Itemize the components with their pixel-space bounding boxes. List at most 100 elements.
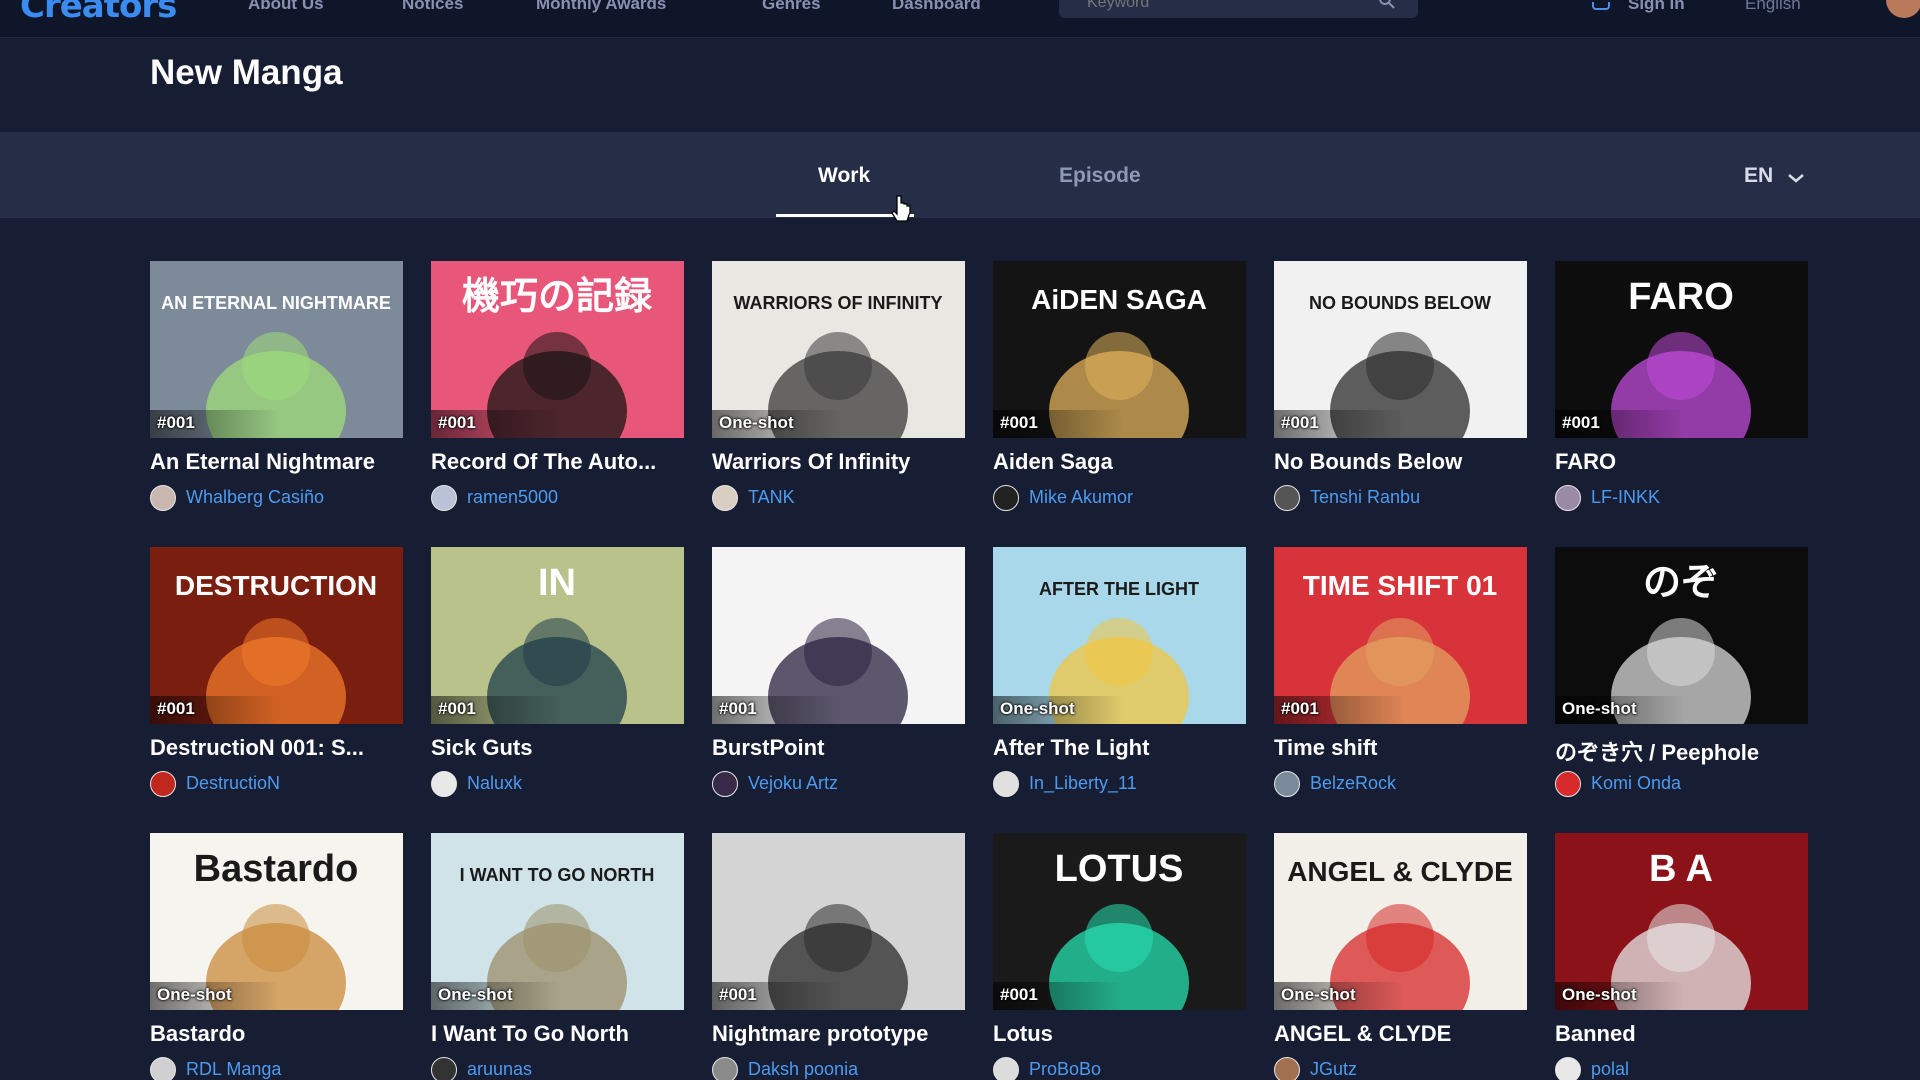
manga-cover-image[interactable]: FARO #001	[1555, 261, 1808, 438]
author-link[interactable]: JGutz	[1274, 1057, 1530, 1080]
manga-cover-image[interactable]: DESTRUCTION #001	[150, 547, 403, 724]
author-avatar[interactable]	[150, 1057, 176, 1080]
author-name[interactable]: LF-INKK	[1591, 487, 1660, 508]
manga-card[interactable]: LOTUS #001 Lotus ProBoBo	[993, 833, 1246, 1080]
author-link[interactable]: Mike Akumor	[993, 485, 1249, 511]
nav-genres[interactable]: Genres	[762, 0, 821, 14]
manga-card[interactable]: #001 BurstPoint Vejoku Artz	[712, 547, 965, 817]
manga-card[interactable]: I WANT TO GO NORTH One-shot I Want To Go N…	[431, 833, 684, 1080]
author-name[interactable]: Daksh poonia	[748, 1059, 858, 1080]
manga-card[interactable]: のぞ One-shot のぞき穴 / Peephole Komi Onda	[1555, 547, 1808, 817]
author-name[interactable]: BelzeRock	[1310, 773, 1396, 794]
author-avatar[interactable]	[150, 485, 176, 511]
manga-title[interactable]: Aiden Saga	[993, 449, 1249, 475]
author-name[interactable]: polal	[1591, 1059, 1629, 1080]
manga-card[interactable]: #001 Nightmare prototype Daksh poonia	[712, 833, 965, 1080]
manga-cover-image[interactable]: LOTUS #001	[993, 833, 1246, 1010]
manga-card[interactable]: WARRIORS OF INFINITY One-shot Warriors Of …	[712, 261, 965, 531]
author-name[interactable]: DestructioN	[186, 773, 280, 794]
author-link[interactable]: In_Liberty_11	[993, 771, 1249, 797]
manga-cover-image[interactable]: WARRIORS OF INFINITY One-shot	[712, 261, 965, 438]
author-name[interactable]: TANK	[748, 487, 795, 508]
chevron-down-icon[interactable]	[1786, 172, 1806, 184]
author-name[interactable]: Mike Akumor	[1029, 487, 1133, 508]
author-name[interactable]: Whalberg Casiño	[186, 487, 324, 508]
author-avatar[interactable]	[712, 771, 738, 797]
author-avatar[interactable]	[431, 485, 457, 511]
manga-cover-image[interactable]: #001	[712, 833, 965, 1010]
manga-title[interactable]: Lotus	[993, 1021, 1249, 1047]
author-avatar[interactable]	[993, 485, 1019, 511]
author-link[interactable]: ProBoBo	[993, 1057, 1249, 1080]
author-name[interactable]: Naluxk	[467, 773, 522, 794]
author-avatar[interactable]	[712, 485, 738, 511]
manga-cover-image[interactable]: I WANT TO GO NORTH One-shot	[431, 833, 684, 1010]
manga-cover-image[interactable]: Bastardo One-shot	[150, 833, 403, 1010]
author-avatar[interactable]	[1274, 771, 1300, 797]
author-link[interactable]: Vejoku Artz	[712, 771, 968, 797]
author-link[interactable]: polal	[1555, 1057, 1811, 1080]
manga-cover-image[interactable]: ANGEL & CLYDE One-shot	[1274, 833, 1527, 1010]
manga-title[interactable]: ANGEL & CLYDE	[1274, 1021, 1530, 1047]
manga-title[interactable]: Sick Guts	[431, 735, 687, 761]
manga-card[interactable]: AN ETERNAL NIGHTMARE #001 An Eternal Night…	[150, 261, 403, 531]
author-link[interactable]: Tenshi Ranbu	[1274, 485, 1530, 511]
manga-cover-image[interactable]: #001	[712, 547, 965, 724]
manga-card[interactable]: TIME SHIFT 01 #001 Time shift BelzeRock	[1274, 547, 1527, 817]
manga-title[interactable]: Time shift	[1274, 735, 1530, 761]
author-link[interactable]: Whalberg Casiño	[150, 485, 406, 511]
manga-cover-image[interactable]: IN #001	[431, 547, 684, 724]
avatar[interactable]	[1886, 0, 1920, 18]
author-name[interactable]: Vejoku Artz	[748, 773, 838, 794]
signin-link[interactable]: Sign in	[1628, 0, 1685, 14]
manga-title[interactable]: Nightmare prototype	[712, 1021, 968, 1047]
manga-title[interactable]: Record Of The Auto...	[431, 449, 687, 475]
author-link[interactable]: Komi Onda	[1555, 771, 1811, 797]
manga-card[interactable]: ANGEL & CLYDE One-shot ANGEL & CLYDE JGutz	[1274, 833, 1527, 1080]
author-link[interactable]: aruunas	[431, 1057, 687, 1080]
manga-title[interactable]: Warriors Of Infinity	[712, 449, 968, 475]
author-avatar[interactable]	[1555, 1057, 1581, 1080]
author-link[interactable]: TANK	[712, 485, 968, 511]
manga-title[interactable]: Banned	[1555, 1021, 1811, 1047]
author-link[interactable]: DestructioN	[150, 771, 406, 797]
author-name[interactable]: Komi Onda	[1591, 773, 1681, 794]
manga-title[interactable]: I Want To Go North	[431, 1021, 687, 1047]
manga-card[interactable]: IN #001 Sick Guts Naluxk	[431, 547, 684, 817]
manga-cover-image[interactable]: のぞ One-shot	[1555, 547, 1808, 724]
author-avatar[interactable]	[150, 771, 176, 797]
manga-card[interactable]: DESTRUCTION #001 DestructioN 001: S... Dest…	[150, 547, 403, 817]
manga-card[interactable]: B A One-shot Banned polal	[1555, 833, 1808, 1080]
manga-title[interactable]: FARO	[1555, 449, 1811, 475]
manga-cover-image[interactable]: NO BOUNDS BELOW #001	[1274, 261, 1527, 438]
author-link[interactable]: Daksh poonia	[712, 1057, 968, 1080]
author-avatar[interactable]	[993, 1057, 1019, 1080]
author-avatar[interactable]	[1274, 485, 1300, 511]
author-link[interactable]: LF-INKK	[1555, 485, 1811, 511]
nav-dashboard[interactable]: Dashboard	[892, 0, 981, 14]
author-name[interactable]: Tenshi Ranbu	[1310, 487, 1420, 508]
author-name[interactable]: JGutz	[1310, 1059, 1357, 1080]
manga-card[interactable]: AiDEN SAGA #001 Aiden Saga Mike Akumor	[993, 261, 1246, 531]
manga-cover-image[interactable]: TIME SHIFT 01 #001	[1274, 547, 1527, 724]
manga-title[interactable]: Bastardo	[150, 1021, 406, 1047]
manga-cover-image[interactable]: AN ETERNAL NIGHTMARE #001	[150, 261, 403, 438]
manga-card[interactable]: NO BOUNDS BELOW #001 No Bounds Below Tenshi…	[1274, 261, 1527, 531]
manga-title[interactable]: An Eternal Nightmare	[150, 449, 406, 475]
author-name[interactable]: ramen5000	[467, 487, 558, 508]
author-avatar[interactable]	[1555, 485, 1581, 511]
language-select[interactable]: EN	[1744, 164, 1773, 188]
author-link[interactable]: Naluxk	[431, 771, 687, 797]
search-icon[interactable]	[1378, 0, 1396, 10]
search-input[interactable]	[1087, 0, 1387, 12]
language-link[interactable]: English	[1745, 0, 1801, 14]
author-avatar[interactable]	[431, 771, 457, 797]
author-avatar[interactable]	[431, 1057, 457, 1080]
manga-card[interactable]: Bastardo One-shot Bastardo RDL Manga	[150, 833, 403, 1080]
author-link[interactable]: BelzeRock	[1274, 771, 1530, 797]
manga-cover-image[interactable]: 機巧の記録 #001	[431, 261, 684, 438]
author-avatar[interactable]	[993, 771, 1019, 797]
manga-card[interactable]: FARO #001 FARO LF-INKK	[1555, 261, 1808, 531]
author-link[interactable]: RDL Manga	[150, 1057, 406, 1080]
nav-notices[interactable]: Notices	[402, 0, 463, 14]
